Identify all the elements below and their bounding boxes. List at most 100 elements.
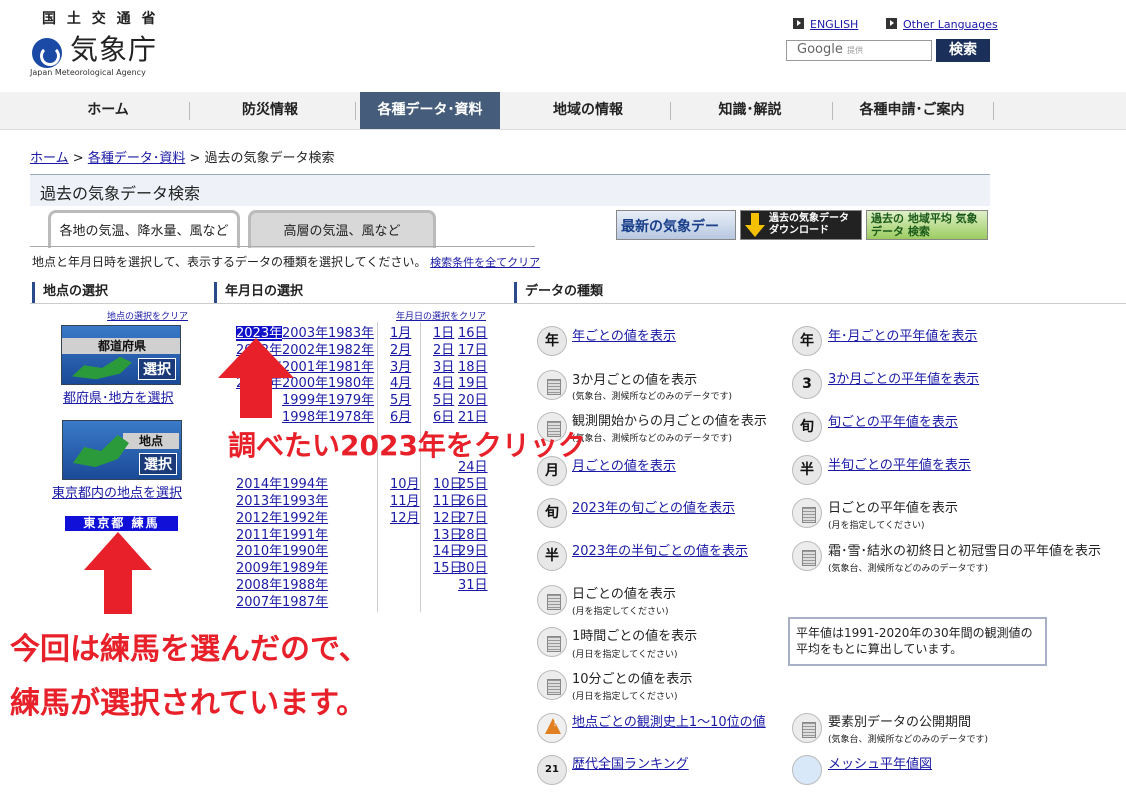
- prefecture-select-button[interactable]: 都道府県 選択: [61, 325, 181, 385]
- yearly-values-link[interactable]: 年ごとの値を表示: [572, 325, 676, 344]
- days-a-link[interactable]: 6日: [433, 410, 454, 425]
- records-link[interactable]: 地点ごとの観測史上1～10位の値: [572, 711, 766, 730]
- nav-disaster[interactable]: 防災情報: [192, 92, 348, 129]
- years-a-link[interactable]: 2010年: [236, 544, 282, 559]
- latest-data-banner[interactable]: 最新の気象データ: [616, 210, 736, 240]
- normal-hanjun-link[interactable]: 半旬ごとの平年値を表示: [828, 454, 971, 473]
- days-b-link[interactable]: 25日: [458, 477, 488, 492]
- years-c-item[interactable]: 1983年: [328, 326, 374, 343]
- breadcrumb-data[interactable]: 各種データ･資料: [88, 151, 186, 166]
- days-a-link[interactable]: 1日: [433, 326, 454, 341]
- years-b-item[interactable]: 1989年: [282, 561, 328, 578]
- years-a-link[interactable]: 2014年: [236, 477, 282, 492]
- years-c-link[interactable]: 1983年: [328, 326, 374, 341]
- days-b-link[interactable]: 17日: [458, 343, 488, 358]
- years-a-link[interactable]: 2013年: [236, 494, 282, 509]
- months-item[interactable]: 2月: [390, 343, 420, 360]
- years-c-link[interactable]: 1979年: [328, 393, 374, 408]
- months-link[interactable]: 2月: [390, 343, 411, 358]
- days-b-item[interactable]: 26日: [458, 494, 488, 511]
- regional-average-banner[interactable]: 過去の 地域平均 気象データ 検索: [866, 210, 988, 240]
- jun-2023-link[interactable]: 2023年の旬ごとの値を表示: [572, 497, 735, 516]
- years-b-link[interactable]: 1992年: [282, 511, 328, 526]
- months-item[interactable]: 3月: [390, 360, 420, 377]
- months-item[interactable]: 11月: [390, 494, 420, 511]
- jma-logo-icon[interactable]: [32, 38, 62, 68]
- days-b-link[interactable]: 18日: [458, 360, 488, 375]
- days-b-link[interactable]: 16日: [458, 326, 488, 341]
- years-a-item[interactable]: 2009年: [236, 561, 282, 578]
- tab-surface[interactable]: 各地の気温、降水量、風など: [48, 210, 240, 248]
- agency-name[interactable]: 気象庁: [70, 28, 157, 68]
- years-c-link[interactable]: 1982年: [328, 343, 374, 358]
- months-link[interactable]: 5月: [390, 393, 411, 408]
- years-a-link[interactable]: 2011年: [236, 528, 282, 543]
- nav-region[interactable]: 地域の情報: [510, 92, 666, 129]
- months-link[interactable]: 3月: [390, 360, 411, 375]
- days-b-item[interactable]: 31日: [458, 578, 488, 595]
- years-b-item[interactable]: 1992年: [282, 511, 328, 528]
- years-b-item[interactable]: 1993年: [282, 494, 328, 511]
- download-banner[interactable]: 過去の気象データ ダウンロード: [740, 210, 862, 240]
- prefecture-select-link[interactable]: 都府県･地方を選択: [63, 387, 174, 406]
- months-item[interactable]: 5月: [390, 393, 420, 410]
- days-b-item[interactable]: 17日: [458, 343, 488, 360]
- years-a-item[interactable]: 2010年: [236, 544, 282, 561]
- search-button[interactable]: 検索: [936, 39, 990, 62]
- days-b-link[interactable]: 26日: [458, 494, 488, 509]
- months-link[interactable]: 4月: [390, 376, 411, 391]
- years-b-link[interactable]: 1987年: [282, 595, 328, 610]
- years-a-link[interactable]: 2009年: [236, 561, 282, 576]
- tokyo-point-select-link[interactable]: 東京都内の地点を選択: [52, 482, 182, 501]
- nav-knowledge[interactable]: 知識･解説: [672, 92, 828, 129]
- years-c-link[interactable]: 1980年: [328, 376, 374, 391]
- years-a-item[interactable]: 2013年: [236, 494, 282, 511]
- years-a-item[interactable]: 2014年: [236, 477, 282, 494]
- days-b-item[interactable]: 30日: [458, 561, 488, 578]
- years-b-item[interactable]: 1988年: [282, 578, 328, 595]
- years-c-link[interactable]: 1978年: [328, 410, 374, 425]
- tab-upper-air[interactable]: 高層の気温、風など: [248, 210, 436, 248]
- months-link[interactable]: 11月: [390, 494, 420, 509]
- days-a-link[interactable]: 4日: [433, 376, 454, 391]
- years-b-link[interactable]: 1994年: [282, 477, 328, 492]
- hanjun-2023-link[interactable]: 2023年の半旬ごとの値を表示: [572, 540, 748, 559]
- days-b-item[interactable]: 18日: [458, 360, 488, 377]
- years-c-item[interactable]: 1979年: [328, 393, 374, 410]
- mesh-normal-link[interactable]: メッシュ平年値図: [828, 753, 932, 772]
- months-link[interactable]: 1月: [390, 326, 411, 341]
- normal-three-month-link[interactable]: 3か月ごとの平年値を表示: [828, 368, 979, 387]
- days-b-link[interactable]: 28日: [458, 528, 488, 543]
- days-b-item[interactable]: 28日: [458, 528, 488, 545]
- years-b-link[interactable]: 1988年: [282, 578, 328, 593]
- days-b-link[interactable]: 21日: [458, 410, 488, 425]
- years-b-item[interactable]: 1994年: [282, 477, 328, 494]
- days-b-item[interactable]: 25日: [458, 477, 488, 494]
- years-a-link[interactable]: 2007年: [236, 595, 282, 610]
- months-link[interactable]: 12月: [390, 511, 420, 526]
- years-b-link[interactable]: 1989年: [282, 561, 328, 576]
- days-b-link[interactable]: 30日: [458, 561, 488, 576]
- days-b-link[interactable]: 19日: [458, 376, 488, 391]
- years-a-item[interactable]: 2007年: [236, 595, 282, 612]
- years-c-item[interactable]: 1982年: [328, 343, 374, 360]
- months-link[interactable]: 6月: [390, 410, 411, 425]
- years-b-item[interactable]: 1987年: [282, 595, 328, 612]
- breadcrumb-home[interactable]: ホーム: [30, 151, 69, 166]
- monthly-values-link[interactable]: 月ごとの値を表示: [572, 455, 676, 474]
- years-b-link[interactable]: 1990年: [282, 544, 328, 559]
- days-a-link[interactable]: 2日: [433, 343, 454, 358]
- years-a-link[interactable]: 2008年: [236, 578, 282, 593]
- days-b-item[interactable]: 16日: [458, 326, 488, 343]
- days-b-link[interactable]: 31日: [458, 578, 488, 593]
- years-c-item[interactable]: 1980年: [328, 376, 374, 393]
- years-c-link[interactable]: 1981年: [328, 360, 374, 375]
- years-c-item[interactable]: 1981年: [328, 360, 374, 377]
- search-input[interactable]: Google 提供: [786, 40, 932, 61]
- months-item[interactable]: 10月: [390, 477, 420, 494]
- ranking-link[interactable]: 歴代全国ランキング: [572, 753, 689, 772]
- clear-location-link[interactable]: 地点の選択をクリア: [107, 309, 188, 322]
- days-a-link[interactable]: 5日: [433, 393, 454, 408]
- point-select-button[interactable]: 地点 選択: [62, 420, 182, 480]
- years-b-item[interactable]: 1990年: [282, 544, 328, 561]
